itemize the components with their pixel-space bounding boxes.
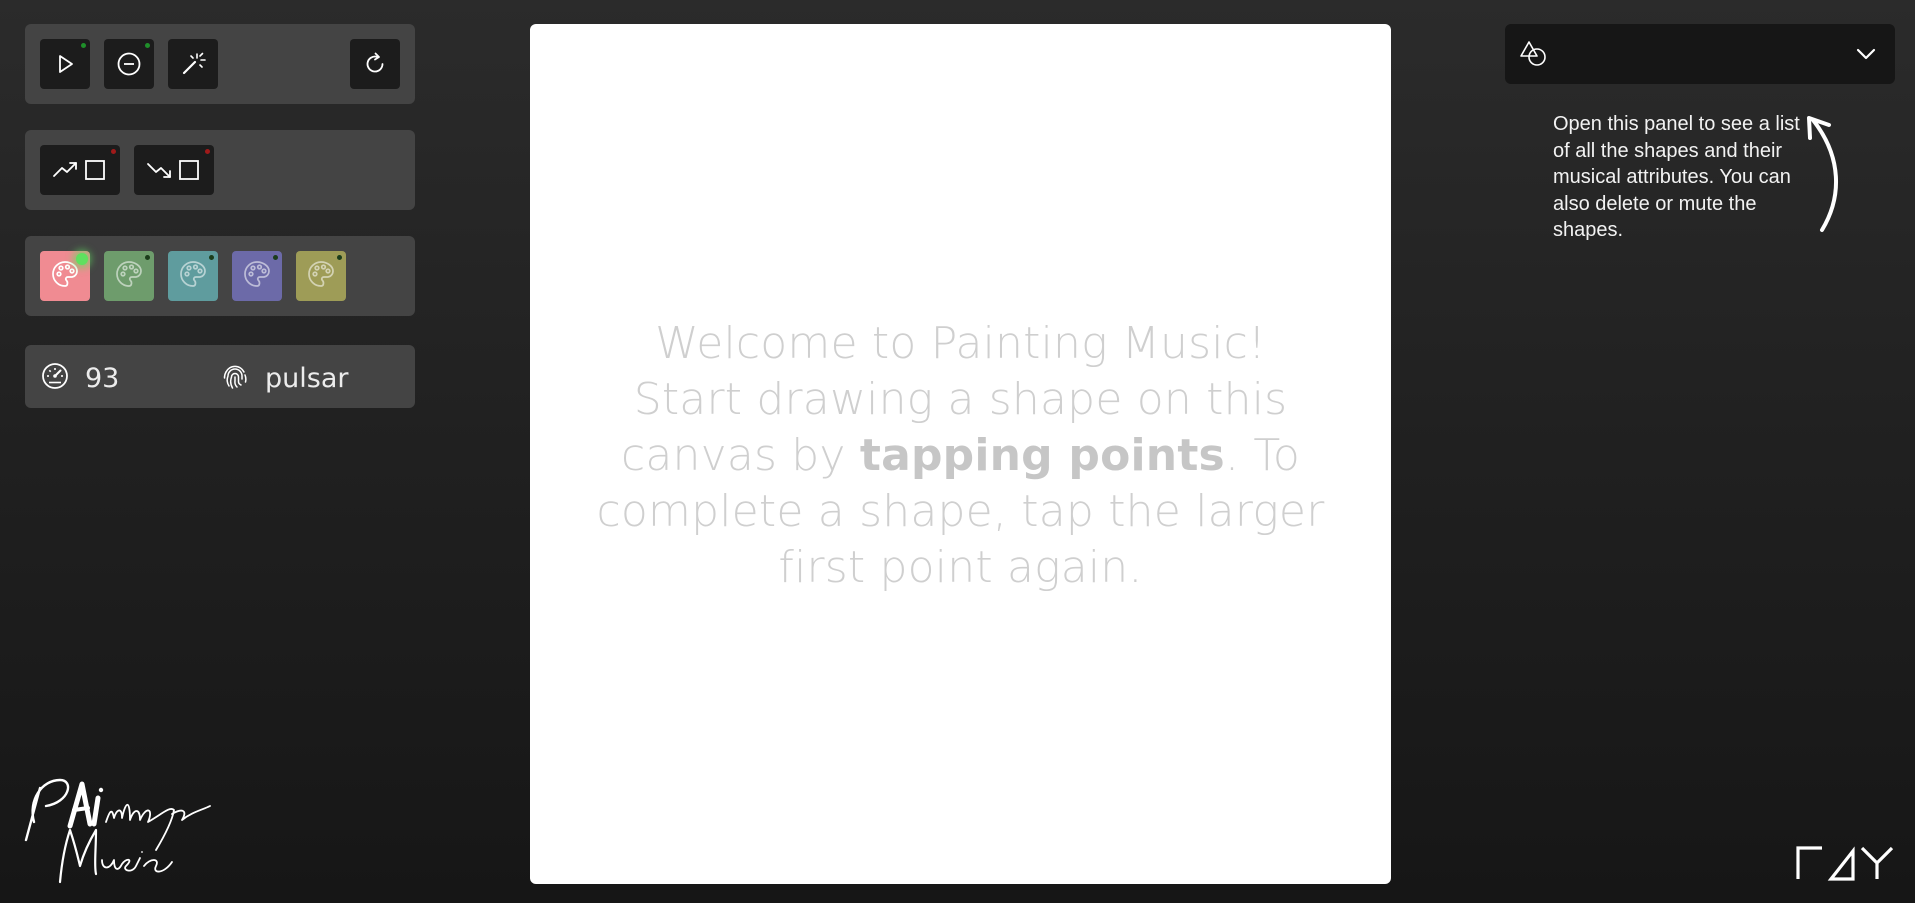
magic-wand-button[interactable] xyxy=(168,39,218,89)
palette-swatch[interactable] xyxy=(40,251,90,301)
instrument-control[interactable]: pulsar xyxy=(220,361,348,396)
palette-icon xyxy=(114,259,144,294)
palette-active-indicator xyxy=(76,253,88,265)
ascending-shape-button[interactable] xyxy=(40,145,120,195)
welcome-line: first point again. xyxy=(778,542,1143,593)
welcome-line: Start drawing a shape on this xyxy=(633,374,1288,425)
rotate-icon xyxy=(362,51,388,77)
palette-icon xyxy=(50,259,80,294)
playback-toolbar xyxy=(25,24,415,104)
shapes-panel-toggle[interactable] xyxy=(1505,24,1895,84)
welcome-emphasis: tapping points xyxy=(859,430,1225,481)
descending-shape-button[interactable] xyxy=(134,145,214,195)
welcome-line: canvas by tapping points. To xyxy=(570,428,1351,484)
instrument-value: pulsar xyxy=(265,363,349,394)
palette-swatch[interactable] xyxy=(104,251,154,301)
tempo-control[interactable]: 93 xyxy=(40,361,119,396)
trend-up-square-icon xyxy=(52,157,108,183)
mute-status-indicator xyxy=(145,43,150,48)
palette-active-indicator xyxy=(145,255,150,260)
magic-wand-icon xyxy=(180,51,206,77)
palette-swatch[interactable] xyxy=(168,251,218,301)
mute-all-button[interactable] xyxy=(104,39,154,89)
palette-toolbar xyxy=(25,236,415,316)
descending-status-indicator xyxy=(205,149,210,154)
palette-active-indicator xyxy=(273,255,278,260)
painting-music-logo xyxy=(22,770,217,890)
chevron-down-icon xyxy=(1855,44,1877,69)
palette-icon xyxy=(242,259,272,294)
play-status-indicator xyxy=(81,43,86,48)
shape-mode-toolbar xyxy=(25,130,415,210)
shapes-icon xyxy=(1519,39,1551,74)
palette-active-indicator xyxy=(337,255,342,260)
welcome-text: canvas by xyxy=(620,430,860,481)
drawing-canvas[interactable]: Welcome to Painting Music! Start drawing… xyxy=(530,24,1391,884)
hint-arrow-icon xyxy=(1800,112,1850,242)
settings-panel: 93 pulsar xyxy=(25,345,415,408)
speedometer-icon xyxy=(40,361,70,396)
palette-swatch[interactable] xyxy=(296,251,346,301)
fingerprint-icon xyxy=(220,361,250,396)
welcome-line: complete a shape, tap the larger xyxy=(596,486,1325,537)
ascending-status-indicator xyxy=(111,149,116,154)
palette-swatch[interactable] xyxy=(232,251,282,301)
circle-minus-icon xyxy=(116,51,142,77)
trend-down-square-icon xyxy=(146,157,202,183)
welcome-line: Welcome to Painting Music! xyxy=(655,318,1266,369)
shapes-panel-hint: Open this panel to see a list of all the… xyxy=(1553,113,1800,241)
welcome-text: . To xyxy=(1224,430,1301,481)
play-icon xyxy=(53,52,77,76)
palette-active-indicator xyxy=(209,255,214,260)
welcome-message: Welcome to Painting Music! Start drawing… xyxy=(570,316,1351,596)
palette-icon xyxy=(306,259,336,294)
tempo-value: 93 xyxy=(85,363,120,394)
palette-icon xyxy=(178,259,208,294)
reset-button[interactable] xyxy=(350,39,400,89)
play-button[interactable] xyxy=(40,39,90,89)
ray-logo xyxy=(1795,845,1897,886)
